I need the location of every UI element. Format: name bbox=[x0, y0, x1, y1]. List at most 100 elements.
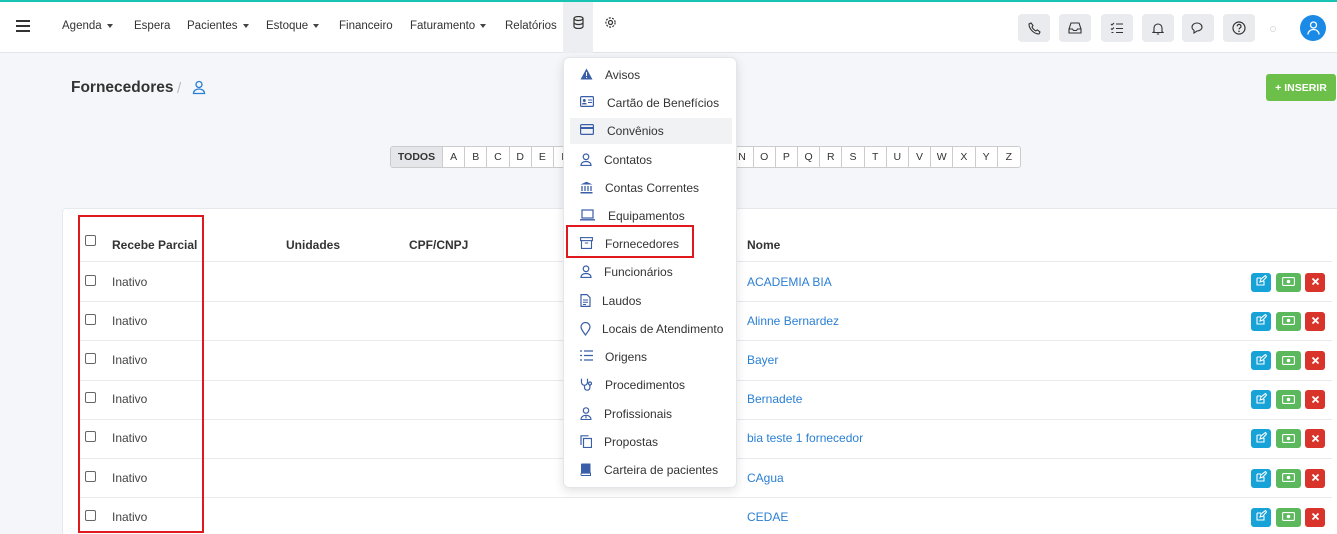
menu-toggle-icon[interactable] bbox=[16, 20, 30, 32]
filter-letter-q[interactable]: Q bbox=[798, 147, 821, 167]
menu-item-equipamentos[interactable]: Equipamentos bbox=[564, 203, 738, 229]
filter-letter-p[interactable]: P bbox=[776, 147, 798, 167]
view-button[interactable] bbox=[1276, 468, 1301, 488]
row-checkbox[interactable] bbox=[85, 313, 96, 325]
header-nome[interactable]: Nome bbox=[747, 238, 780, 252]
view-button[interactable] bbox=[1276, 272, 1301, 292]
filter-letter-w[interactable]: W bbox=[931, 147, 954, 167]
row-checkbox[interactable] bbox=[85, 392, 96, 404]
laptop-icon bbox=[580, 209, 595, 223]
header-cpf-cnpj[interactable]: CPF/CNPJ bbox=[409, 238, 468, 252]
delete-button[interactable] bbox=[1305, 390, 1325, 410]
map-pin-icon bbox=[580, 321, 594, 337]
nav-item-financeiro[interactable]: Financeiro bbox=[339, 20, 393, 32]
menu-item-carteira-de-pacientes[interactable]: Carteira de pacientes bbox=[564, 457, 738, 483]
nav-item-estoque[interactable]: Estoque bbox=[266, 20, 320, 32]
book-icon bbox=[580, 463, 594, 477]
view-button[interactable] bbox=[1276, 311, 1301, 331]
filter-letter-d[interactable]: D bbox=[510, 147, 532, 167]
row-checkbox[interactable] bbox=[85, 509, 96, 521]
edit-button[interactable] bbox=[1251, 390, 1271, 410]
filter-letter-a[interactable]: A bbox=[443, 147, 466, 167]
header-unidades[interactable]: Unidades bbox=[286, 238, 340, 252]
notifications-button[interactable] bbox=[1142, 14, 1174, 42]
filter-letter-v[interactable]: V bbox=[909, 147, 932, 167]
warning-icon bbox=[580, 68, 594, 82]
select-all-checkbox[interactable] bbox=[85, 235, 96, 246]
edit-button[interactable] bbox=[1251, 429, 1271, 449]
nav-item-pacientes[interactable]: Pacientes bbox=[187, 20, 249, 32]
view-button[interactable] bbox=[1276, 351, 1301, 370]
row-checkbox[interactable] bbox=[85, 274, 96, 286]
menu-item-locais-de-atendimento[interactable]: Locais de Atendimento bbox=[564, 316, 738, 342]
menu-item-contas-correntes[interactable]: Contas Correntes bbox=[564, 175, 738, 201]
inbox-button[interactable] bbox=[1059, 14, 1091, 42]
help-button[interactable] bbox=[1223, 14, 1255, 42]
menu-item-convenios[interactable]: Convênios bbox=[570, 118, 732, 144]
task-list-button[interactable] bbox=[1101, 14, 1133, 42]
nav-item-agenda[interactable]: Agenda bbox=[62, 20, 113, 32]
delete-button[interactable] bbox=[1305, 429, 1325, 449]
user-avatar[interactable] bbox=[1300, 15, 1326, 41]
bank-icon bbox=[580, 181, 594, 195]
menu-item-fornecedores[interactable]: Fornecedores bbox=[564, 231, 738, 257]
cell-nome-link[interactable]: ACADEMIA BIA bbox=[747, 275, 832, 289]
cell-nome-link[interactable]: Bayer bbox=[747, 353, 778, 367]
cell-nome-link[interactable]: Bernadete bbox=[747, 392, 802, 406]
delete-button[interactable] bbox=[1305, 507, 1325, 527]
row-checkbox[interactable] bbox=[85, 353, 96, 364]
chat-button[interactable] bbox=[1182, 14, 1214, 42]
document-icon bbox=[580, 294, 594, 308]
view-button[interactable] bbox=[1276, 429, 1301, 449]
archive-icon bbox=[580, 237, 594, 251]
filter-letter-s[interactable]: S bbox=[842, 147, 865, 167]
filter-todos[interactable]: TODOS bbox=[391, 147, 443, 167]
edit-button[interactable] bbox=[1251, 311, 1271, 331]
nav-item-faturamento[interactable]: Faturamento bbox=[410, 20, 487, 32]
filter-letter-b[interactable]: B bbox=[465, 147, 488, 167]
menu-item-contatos[interactable]: Contatos bbox=[564, 147, 738, 173]
filter-letter-t[interactable]: T bbox=[865, 147, 887, 167]
nav-item-relat-rios[interactable]: Relatórios bbox=[505, 20, 557, 32]
filter-letter-u[interactable]: U bbox=[887, 147, 909, 167]
header-recebe-parcial[interactable]: Recebe Parcial bbox=[112, 238, 197, 252]
menu-item-propostas[interactable]: Propostas bbox=[564, 429, 738, 455]
filter-letter-o[interactable]: O bbox=[754, 147, 776, 167]
edit-button[interactable] bbox=[1251, 468, 1271, 488]
insert-button[interactable]: + INSERIR bbox=[1266, 74, 1336, 101]
filter-letter-r[interactable]: R bbox=[820, 147, 843, 167]
menu-item-funcionarios[interactable]: Funcionários bbox=[564, 259, 738, 285]
filter-letter-c[interactable]: C bbox=[487, 147, 510, 167]
filter-letter-x[interactable]: X bbox=[953, 147, 976, 167]
cell-recebe-parcial: Inativo bbox=[112, 431, 148, 446]
edit-button[interactable] bbox=[1251, 507, 1271, 527]
menu-item-laudos[interactable]: Laudos bbox=[564, 288, 738, 314]
filter-letter-e[interactable]: E bbox=[532, 147, 554, 167]
delete-button[interactable] bbox=[1305, 468, 1325, 488]
menu-item-procedimentos[interactable]: Procedimentos bbox=[564, 372, 738, 398]
cell-nome-link[interactable]: CEDAE bbox=[747, 510, 788, 524]
menu-item-cartao-de-beneficios[interactable]: Cartão de Benefícios bbox=[564, 90, 738, 116]
nav-item-espera[interactable]: Espera bbox=[134, 20, 170, 32]
edit-button[interactable] bbox=[1251, 351, 1271, 370]
menu-item-profissionais[interactable]: Profissionais bbox=[564, 401, 738, 427]
cell-nome-link[interactable]: CAgua bbox=[747, 471, 784, 485]
row-checkbox[interactable] bbox=[85, 470, 96, 482]
database-icon[interactable] bbox=[573, 15, 584, 32]
gear-icon[interactable] bbox=[604, 16, 617, 32]
delete-button[interactable] bbox=[1305, 351, 1325, 370]
filter-letter-z[interactable]: Z bbox=[998, 147, 1020, 167]
edit-button[interactable] bbox=[1251, 272, 1271, 292]
filter-letter-y[interactable]: Y bbox=[976, 147, 998, 167]
row-checkbox[interactable] bbox=[85, 431, 96, 443]
view-button[interactable] bbox=[1276, 507, 1301, 527]
menu-item-origens[interactable]: Origens bbox=[564, 344, 738, 370]
phone-button[interactable] bbox=[1018, 14, 1050, 42]
delete-button[interactable] bbox=[1305, 272, 1325, 292]
user-tie-icon bbox=[580, 407, 594, 421]
cell-nome-link[interactable]: bia teste 1 fornecedor bbox=[747, 431, 863, 445]
view-button[interactable] bbox=[1276, 390, 1301, 410]
delete-button[interactable] bbox=[1305, 311, 1325, 331]
menu-item-avisos[interactable]: Avisos bbox=[564, 62, 738, 88]
cell-nome-link[interactable]: Alinne Bernardez bbox=[747, 314, 839, 328]
